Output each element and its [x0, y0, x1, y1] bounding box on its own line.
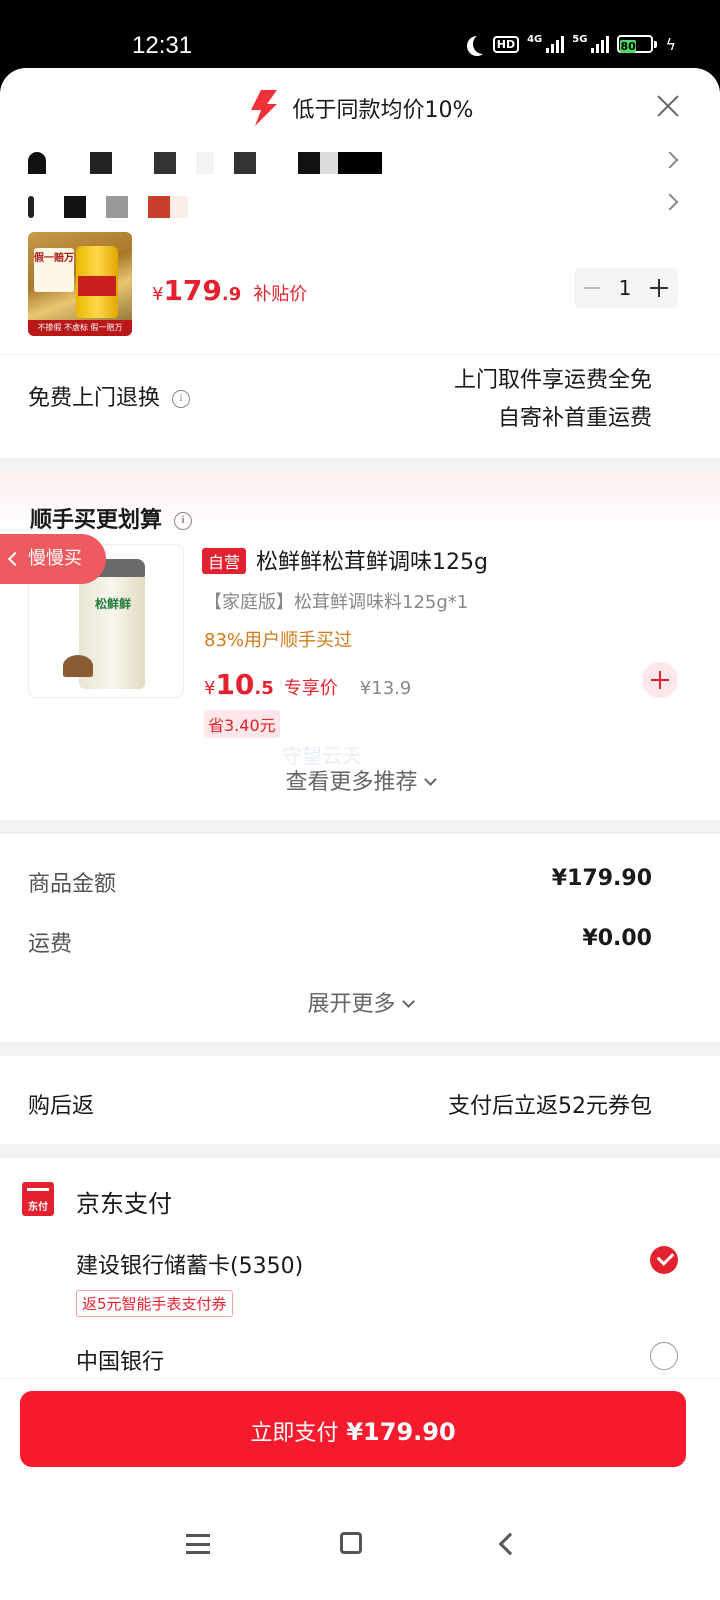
chevron-down-icon — [401, 995, 415, 1008]
recommend-product-name[interactable]: 松鲜鲜松茸鲜调味125g — [256, 544, 488, 576]
savings-badge: 省3.40元 — [204, 710, 280, 738]
signal-icon-2 — [591, 35, 610, 53]
goods-amount-value: ¥179.90 — [551, 866, 652, 891]
plus-icon[interactable] — [649, 279, 668, 297]
status-icons: HD 4G 5G 80 ϟ — [465, 34, 676, 54]
return-service-label: 免费上门退换 — [28, 386, 161, 411]
price-label: 专享价 — [283, 678, 338, 699]
currency-symbol: ¥ — [152, 284, 164, 305]
divider — [0, 354, 720, 355]
shipping-label: 运费 — [28, 932, 73, 957]
cashback-label: 购后返 — [28, 1094, 95, 1119]
section-gap — [0, 820, 720, 834]
quantity-stepper: 1 — [574, 268, 678, 308]
more-recommendations-label: 查看更多推荐 — [285, 770, 418, 795]
chevron-left-icon — [7, 551, 23, 567]
selected-check-icon[interactable] — [650, 1246, 678, 1274]
payment-option-ccb[interactable]: 建设银行储蓄卡(5350) — [76, 1248, 303, 1280]
banner-text: 低于同款均价10% — [292, 98, 474, 123]
status-bar: 12:31 HD 4G 5G 80 ϟ — [0, 0, 720, 70]
slow-buy-label: 慢慢买 — [28, 548, 82, 569]
pay-now-button[interactable]: 立即支付 ¥179.90 — [20, 1391, 686, 1467]
jar-brand: 松鲜鲜 — [94, 597, 131, 611]
charging-icon: ϟ — [665, 34, 676, 54]
recommend-price: ¥ 10 .5 专享价 ¥13.9 — [204, 668, 411, 701]
chevron-right-icon[interactable] — [661, 151, 679, 169]
menu-icon[interactable] — [186, 1534, 210, 1554]
quantity-value: 1 — [618, 276, 632, 300]
payment-method-title: 京东支付 — [76, 1190, 172, 1218]
back-icon[interactable] — [498, 1532, 522, 1556]
chevron-right-icon[interactable] — [661, 193, 679, 211]
contact-line-redacted[interactable] — [28, 196, 188, 218]
minus-icon[interactable] — [584, 287, 600, 289]
slow-buy-button[interactable]: 慢慢买 — [0, 534, 106, 584]
lightning-icon — [250, 90, 277, 126]
clock: 12:31 — [132, 32, 193, 59]
recommend-title-text: 顺手买更划算 — [30, 508, 163, 533]
original-price: ¥13.9 — [359, 678, 412, 699]
expand-more-link[interactable]: 展开更多 — [0, 986, 720, 1018]
close-icon[interactable] — [656, 94, 680, 118]
recommend-section: 顺手买更划算 i 松鲜鲜 慢慢买 自营 松鲜鲜松茸鲜调味125g 【家庭版】松茸鲜… — [0, 472, 720, 820]
recommend-users-stat: 83%用户顺手买过 — [204, 630, 353, 651]
price-integer: 10 — [215, 668, 255, 701]
currency-symbol: ¥ — [204, 678, 216, 699]
network-type-2: 5G — [572, 34, 588, 45]
return-service-line2: 自寄补首重运费 — [497, 406, 652, 431]
network-type-1: 4G — [527, 34, 543, 45]
battery-level: 80 — [620, 40, 636, 53]
section-gap — [0, 1042, 720, 1056]
info-icon[interactable]: i — [174, 512, 193, 530]
price-decimal: .5 — [254, 678, 274, 699]
checkout-sheet: 低于同款均价10% 假一赔万 不掺假 不虚标 假一赔万 ¥ 179 .9 补贴价… — [0, 68, 720, 1600]
price-label: 补贴价 — [253, 284, 308, 305]
jd-pay-logo-text: 东付 — [28, 1202, 48, 1213]
pay-now-amount: ¥179.90 — [346, 1418, 456, 1446]
system-nav-bar — [0, 1490, 720, 1600]
thumb-tag: 假一赔万 — [34, 248, 74, 292]
cashback-value[interactable]: 支付后立返52元券包 — [448, 1088, 652, 1120]
section-gap — [0, 1144, 720, 1158]
do-not-disturb-icon — [473, 34, 493, 54]
price-integer: 179 — [163, 274, 222, 307]
payment-option-boc[interactable]: 中国银行 — [76, 1344, 164, 1376]
payment-coupon-badge: 返5元智能手表支付券 — [76, 1290, 233, 1317]
add-to-order-button[interactable] — [642, 662, 678, 698]
section-gap — [0, 458, 720, 472]
return-service-line1: 上门取件享运费全免 — [453, 368, 652, 393]
expand-more-label: 展开更多 — [307, 992, 396, 1017]
recommend-product-spec: 【家庭版】松茸鲜调味料125g*1 — [204, 592, 469, 613]
recommend-title: 顺手买更划算 i — [30, 502, 193, 534]
thumb-footer: 不掺假 不虚标 假一赔万 — [28, 320, 132, 336]
goods-amount-label: 商品金额 — [28, 872, 117, 897]
radio-unselected-icon[interactable] — [650, 1342, 678, 1370]
product-price: ¥ 179 .9 补贴价 — [152, 274, 307, 307]
pay-now-label: 立即支付 — [250, 1421, 339, 1446]
home-icon[interactable] — [340, 1532, 362, 1554]
more-recommendations-link[interactable]: 查看更多推荐 — [0, 764, 720, 796]
jd-pay-logo-icon: 东付 — [22, 1182, 54, 1216]
info-icon[interactable]: i — [172, 390, 191, 408]
pay-footer: 立即支付 ¥179.90 — [0, 1378, 720, 1490]
signal-icon-1 — [546, 35, 565, 53]
shipping-value: ¥0.00 — [582, 926, 652, 951]
return-service-row[interactable]: 免费上门退换 i — [28, 380, 191, 412]
product-image[interactable]: 假一赔万 不掺假 不虚标 假一赔万 — [28, 232, 132, 336]
self-operated-badge: 自营 — [202, 548, 247, 574]
price-banner: 低于同款均价10% — [0, 88, 720, 128]
battery-icon: 80 — [617, 35, 658, 53]
price-decimal: .9 — [221, 284, 242, 305]
address-line-redacted[interactable] — [28, 152, 382, 174]
chevron-down-icon — [423, 773, 437, 786]
hd-badge: HD — [492, 35, 520, 53]
